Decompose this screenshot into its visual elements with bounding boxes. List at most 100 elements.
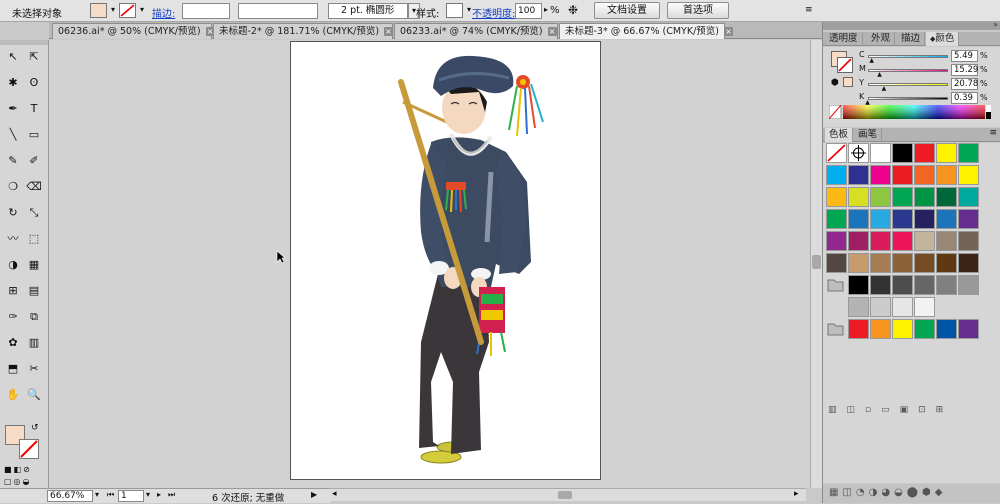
selection-tool-icon[interactable]: ↖ — [4, 48, 22, 66]
artboard-tool-icon[interactable]: ⬒ — [4, 360, 22, 378]
swatch[interactable] — [892, 209, 913, 229]
swatch[interactable] — [892, 319, 913, 339]
rotate-tool-icon[interactable]: ↻ — [4, 204, 22, 222]
swatch[interactable] — [958, 253, 979, 273]
slider-thumb-icon[interactable]: ▲ — [877, 71, 882, 78]
swatch[interactable] — [914, 231, 935, 251]
slider-thumb-icon[interactable]: ▲ — [869, 57, 874, 64]
swatch[interactable] — [936, 275, 957, 295]
style-swatch[interactable] — [446, 3, 463, 18]
taskbar-icons[interactable]: ▦◫◔◑◕◒⬤⬢◆ — [823, 484, 1000, 503]
eyedropper-tool-icon[interactable]: ✑ — [4, 308, 22, 326]
slice-tool-icon[interactable]: ✂ — [25, 360, 43, 378]
swatch[interactable] — [892, 165, 913, 185]
gradient-tool-icon[interactable]: ▤ — [25, 282, 43, 300]
close-icon[interactable]: × — [723, 27, 733, 36]
variable-width-select[interactable] — [238, 3, 318, 19]
swatch[interactable] — [958, 231, 979, 251]
channel-value-input[interactable]: 5.49 — [951, 50, 978, 62]
swatch[interactable] — [826, 209, 847, 229]
first-artboard-icon[interactable]: ⏮ — [107, 490, 114, 500]
swatch[interactable] — [826, 253, 847, 273]
last-artboard-icon[interactable]: ⏭ — [168, 490, 175, 500]
swatch[interactable] — [870, 275, 891, 295]
swatch[interactable] — [892, 143, 913, 163]
swatch[interactable] — [848, 253, 869, 273]
swatch[interactable] — [958, 209, 979, 229]
swatch[interactable] — [958, 187, 979, 207]
hand-tool-icon[interactable]: ✋ — [4, 386, 22, 404]
eraser-tool-icon[interactable]: ⌫ — [25, 178, 43, 196]
blob-brush-tool-icon[interactable]: ❍ — [4, 178, 22, 196]
swatch[interactable] — [892, 231, 913, 251]
swatch[interactable] — [914, 209, 935, 229]
swatch[interactable] — [914, 297, 935, 317]
tab-untitled-2[interactable]: 未标题-2* @ 181.71% (CMYK/预览) × — [213, 23, 394, 39]
tab-appearance[interactable]: 外观 — [867, 32, 896, 46]
swatch[interactable] — [826, 231, 847, 251]
swatch[interactable] — [914, 275, 935, 295]
shape-builder-tool-icon[interactable]: ◑ — [4, 256, 22, 274]
swatch-none[interactable] — [826, 143, 847, 163]
swatch[interactable] — [848, 319, 869, 339]
tab-transparency[interactable]: 透明度 — [825, 32, 863, 46]
tab-stroke[interactable]: 描边 — [897, 32, 926, 46]
swatch[interactable] — [870, 319, 891, 339]
color-stroke-box[interactable] — [837, 57, 853, 73]
swatch[interactable] — [936, 209, 957, 229]
swatch[interactable] — [936, 187, 957, 207]
swatch[interactable] — [914, 143, 935, 163]
artboard-number-input[interactable]: 1 — [118, 490, 144, 502]
document-setup-button[interactable]: 文档设置 — [594, 2, 660, 19]
stroke-dropdown-icon[interactable]: ▾ — [136, 3, 148, 19]
swatch[interactable] — [870, 187, 891, 207]
channel-slider[interactable] — [868, 97, 948, 100]
swatch-group-folder-icon[interactable] — [826, 275, 847, 295]
line-tool-icon[interactable]: ╲ — [4, 126, 22, 144]
vertical-scroll-thumb[interactable] — [812, 255, 821, 269]
swatch[interactable] — [958, 143, 979, 163]
swatch[interactable] — [870, 165, 891, 185]
swatch[interactable] — [958, 275, 979, 295]
swatch[interactable] — [848, 297, 869, 317]
swatch[interactable] — [958, 165, 979, 185]
swatch[interactable] — [936, 143, 957, 163]
swatch[interactable] — [958, 319, 979, 339]
fill-swatch[interactable] — [90, 3, 107, 18]
slider-thumb-icon[interactable]: ▲ — [882, 85, 887, 92]
color-spectrum-bar[interactable] — [829, 105, 995, 119]
swap-colors-icon[interactable]: ↺ — [31, 423, 39, 433]
swatch-panel-buttons[interactable]: ▥◫▫▭▣⊡⊞ — [828, 405, 996, 417]
blend-tool-icon[interactable]: ⧉ — [25, 308, 43, 326]
artboard[interactable] — [290, 41, 601, 480]
channel-slider[interactable] — [868, 55, 948, 58]
swatch-registration[interactable] — [848, 143, 869, 163]
swatch-group-folder-icon[interactable] — [826, 319, 847, 339]
artboard-dropdown-icon[interactable]: ▾ — [146, 490, 150, 499]
swatch[interactable] — [848, 209, 869, 229]
swatch[interactable] — [848, 275, 869, 295]
swatch[interactable] — [826, 165, 847, 185]
status-menu-arrow-icon[interactable]: ▶ — [311, 490, 317, 499]
paintbrush-tool-icon[interactable]: ✎ — [4, 152, 22, 170]
preferences-button[interactable]: 首选项 — [667, 2, 729, 19]
pencil-tool-icon[interactable]: ✐ — [25, 152, 43, 170]
tab-06236[interactable]: 06236.ai* @ 50% (CMYK/预览) × — [52, 23, 215, 39]
swatch[interactable] — [870, 253, 891, 273]
direct-selection-tool-icon[interactable]: ⇱ — [25, 48, 43, 66]
next-artboard-icon[interactable]: ▸ — [157, 490, 161, 499]
tab-untitled-3[interactable]: 未标题-3* @ 66.67% (CMYK/预览) × — [559, 23, 733, 39]
type-tool-icon[interactable]: T — [25, 100, 43, 118]
swatch[interactable] — [936, 319, 957, 339]
color-mode-buttons[interactable]: ■◧⊘ — [4, 465, 44, 475]
swatch[interactable] — [870, 297, 891, 317]
gamut-color-chip[interactable] — [843, 77, 853, 87]
channel-slider[interactable] — [868, 83, 948, 86]
zoom-input[interactable]: 66.67% — [47, 490, 93, 502]
panel-menu-icon[interactable]: ≡ — [989, 128, 997, 138]
scroll-right-arrow-icon[interactable]: ▸ — [794, 489, 799, 499]
swatch[interactable] — [826, 187, 847, 207]
swatch[interactable] — [936, 231, 957, 251]
pen-tool-icon[interactable]: ✒ — [4, 100, 22, 118]
channel-value-input[interactable]: 15.29 — [951, 64, 978, 76]
